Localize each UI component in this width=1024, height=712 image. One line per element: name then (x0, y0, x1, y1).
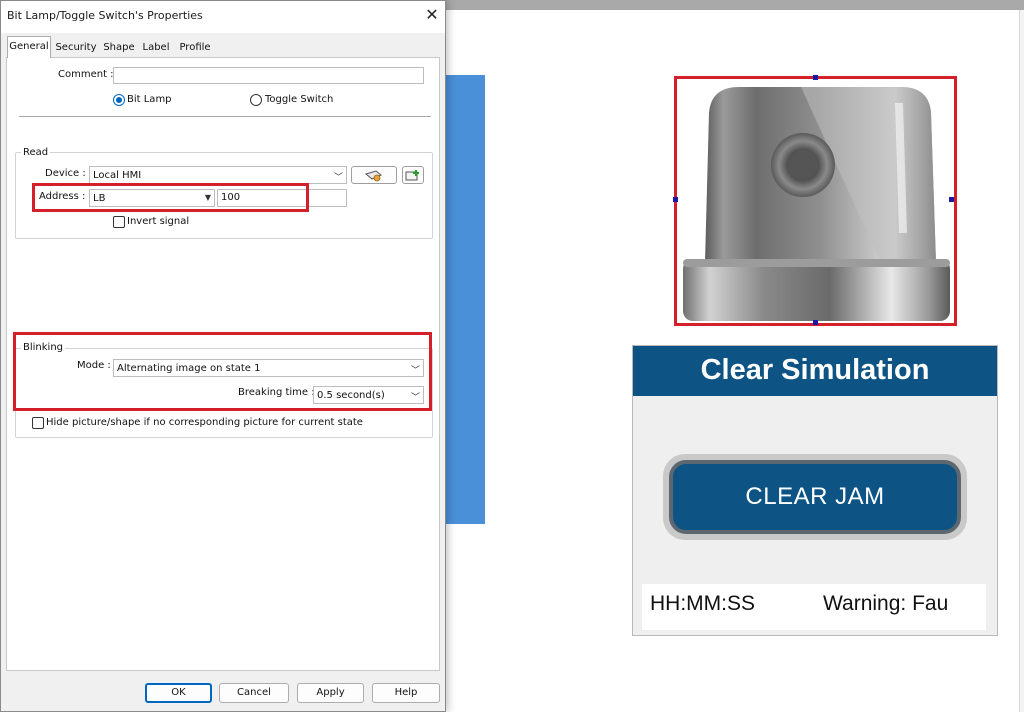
add-device-icon (405, 170, 419, 181)
toggle-switch-label: Toggle Switch (265, 94, 334, 105)
editor-scrollbar[interactable] (1019, 10, 1024, 712)
help-button[interactable]: Help (372, 683, 440, 703)
cancel-button[interactable]: Cancel (219, 683, 289, 703)
hide-picture-label: Hide picture/shape if no corresponding p… (46, 417, 363, 428)
invert-signal-checkbox[interactable] (113, 216, 125, 228)
hide-picture-checkbox[interactable] (32, 417, 44, 429)
lamp-object-selection[interactable] (673, 75, 957, 326)
clear-jam-bezel: CLEAR JAM (663, 454, 967, 540)
properties-dialog: Bit Lamp/Toggle Switch's Properties ✕ Ge… (0, 0, 446, 712)
apply-button[interactable]: Apply (297, 683, 364, 703)
dialog-title: Bit Lamp/Toggle Switch's Properties (7, 9, 203, 22)
device-value: Local HMI (93, 170, 142, 181)
comment-label: Comment : (58, 69, 114, 80)
tab-general[interactable]: General (7, 36, 51, 58)
resize-handle-left[interactable] (673, 197, 678, 202)
resize-handle-bottom[interactable] (813, 320, 818, 325)
blinking-highlight-box (13, 332, 432, 411)
status-bar: HH:MM:SS Warning: Fau (642, 584, 986, 630)
clear-jam-button[interactable]: CLEAR JAM (669, 460, 961, 534)
device-settings-button[interactable] (351, 166, 397, 184)
dialog-title-bar[interactable]: Bit Lamp/Toggle Switch's Properties ✕ (1, 1, 445, 33)
bit-lamp-radio[interactable] (113, 94, 125, 106)
separator-line (19, 116, 431, 117)
invert-signal-label: Invert signal (127, 216, 190, 227)
device-settings-icon (364, 170, 382, 182)
editor-top-strip (440, 0, 1024, 10)
tab-shape[interactable]: Shape (101, 38, 137, 58)
blue-panel-object[interactable] (446, 75, 485, 524)
sim-panel-title: Clear Simulation (633, 346, 997, 396)
device-label: Device : (45, 168, 86, 179)
clear-simulation-panel: Clear Simulation CLEAR JAM HH:MM:SS Warn… (632, 345, 998, 636)
tab-profile[interactable]: Profile (177, 38, 213, 58)
warning-display: Warning: Fau (823, 592, 949, 615)
resize-handle-right[interactable] (949, 197, 954, 202)
tab-security[interactable]: Security (53, 38, 99, 58)
add-device-button[interactable] (402, 166, 424, 184)
device-dropdown[interactable]: Local HMI ﹀ (89, 166, 347, 184)
time-display: HH:MM:SS (650, 592, 755, 615)
comment-input[interactable] (113, 67, 424, 84)
address-highlight-box (32, 183, 309, 212)
bit-lamp-label: Bit Lamp (127, 94, 172, 105)
close-icon[interactable]: ✕ (419, 4, 445, 28)
ok-button[interactable]: OK (145, 683, 212, 703)
read-group-label: Read (21, 147, 51, 158)
toggle-switch-radio[interactable] (250, 94, 262, 106)
general-tab-page: Comment : Bit Lamp Toggle Switch Read De… (6, 57, 440, 671)
lamp-image (683, 87, 950, 321)
tab-label[interactable]: Label (139, 38, 173, 58)
dropdown-arrow-icon: ﹀ (333, 173, 343, 183)
resize-handle-top[interactable] (813, 75, 818, 80)
